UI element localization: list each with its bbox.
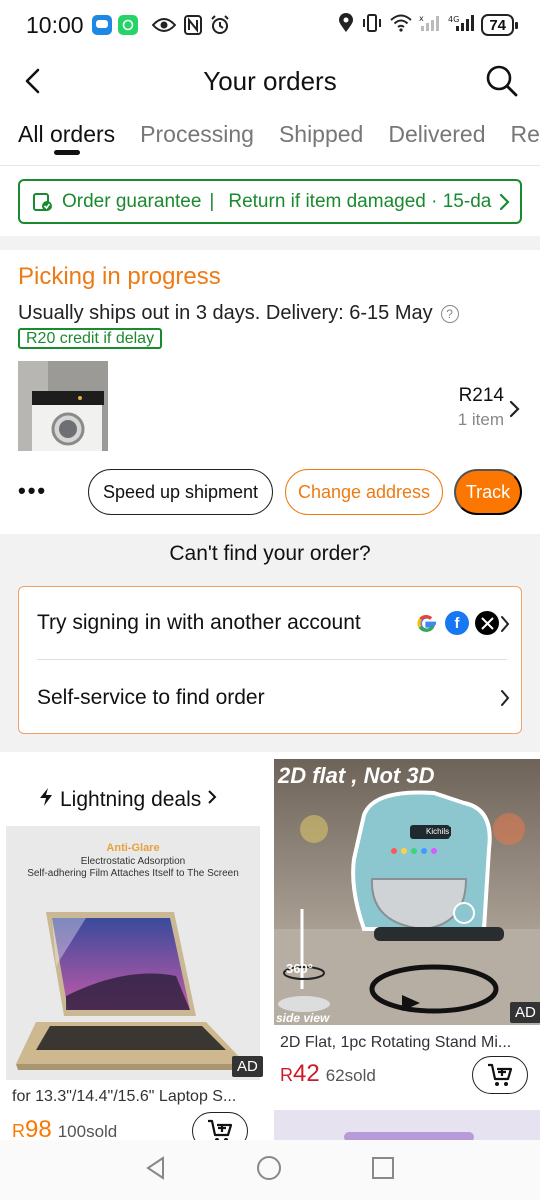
lightning-deals-label: Lightning deals xyxy=(60,788,202,811)
guarantee-separator: | xyxy=(209,190,215,212)
ad-badge: AD xyxy=(510,1002,540,1023)
tab-shipped[interactable]: Shipped xyxy=(279,112,363,148)
lightning-deals-link[interactable]: Lightning deals xyxy=(38,787,217,813)
guarantee-text: Return if item damaged · 15-da xyxy=(228,190,492,212)
add-to-cart-icon xyxy=(488,1063,513,1086)
guarantee-truck-icon xyxy=(32,191,54,213)
more-options-button[interactable]: ••• xyxy=(18,478,47,504)
chevron-right-icon xyxy=(496,190,512,220)
guarantee-label: Order guarantee xyxy=(62,190,202,212)
wifi-icon xyxy=(390,14,412,37)
tab-returns[interactable]: Ret xyxy=(511,112,540,148)
sold-count: 62sold xyxy=(325,1066,376,1085)
chevron-right-icon xyxy=(499,614,511,640)
vibrate-icon xyxy=(361,13,383,38)
section-divider xyxy=(0,236,540,250)
home-circle-icon[interactable] xyxy=(256,1155,282,1186)
svg-text:4G: 4G xyxy=(448,15,459,24)
x-icon xyxy=(475,611,499,635)
rotation-badge: 360° xyxy=(286,961,313,976)
social-sign-in-icons: f xyxy=(415,611,499,640)
help-icon[interactable]: ? xyxy=(440,304,459,323)
order-guarantee-banner[interactable]: Order guarantee | Return if item damaged… xyxy=(18,179,522,224)
shipping-info-text: Usually ships out in 3 days. Delivery: 6… xyxy=(18,302,433,324)
whatsapp-icon xyxy=(117,15,138,35)
tab-processing[interactable]: Processing xyxy=(140,112,254,148)
status-bar: 10:00 x 4G 74 xyxy=(0,0,540,50)
self-service-find-order-row[interactable]: Self-service to find order xyxy=(37,661,510,734)
price-currency: R xyxy=(280,1065,293,1085)
product-brand-label: Kichils xyxy=(424,827,452,836)
add-to-cart-button[interactable] xyxy=(472,1056,528,1094)
battery-indicator: 74 xyxy=(481,14,518,36)
product-image-headline: Anti-Glare xyxy=(106,842,160,854)
track-button[interactable]: Track xyxy=(454,469,522,515)
change-address-button[interactable]: Change address xyxy=(285,469,443,515)
next-product-image-preview[interactable] xyxy=(274,1110,540,1142)
product-name[interactable]: 2D Flat, 1pc Rotating Stand Mi... xyxy=(280,1034,530,1052)
order-item-count: 1 item xyxy=(457,410,504,429)
svg-text:x: x xyxy=(419,14,424,23)
location-icon xyxy=(338,12,354,38)
speed-up-shipment-button[interactable]: Speed up shipment xyxy=(88,469,273,515)
product-image-subline-2: Self-adhering Film Attaches Itself to Th… xyxy=(27,868,239,879)
order-status: Picking in progress xyxy=(18,263,221,290)
tab-delivered[interactable]: Delivered xyxy=(388,112,485,148)
chevron-right-icon[interactable] xyxy=(508,398,522,425)
facebook-icon: f xyxy=(445,611,469,635)
lightning-icon xyxy=(38,787,54,813)
page-title: Your orders xyxy=(203,65,337,96)
price-amount: 42 xyxy=(293,1060,320,1087)
back-arrow-icon[interactable] xyxy=(18,64,48,98)
signal-icon-1: x xyxy=(419,14,441,37)
self-service-label: Self-service to find order xyxy=(37,685,265,709)
eye-icon xyxy=(151,17,176,33)
google-icon xyxy=(415,611,439,640)
product-image-laptop-film[interactable]: Anti-Glare Electrostatic Adsorption Self… xyxy=(6,826,260,1080)
price-currency: R xyxy=(12,1121,25,1141)
product-price: R 42 62sold xyxy=(280,1060,376,1088)
delay-credit-badge: R20 credit if delay xyxy=(18,328,163,349)
signal-icon-4g: 4G xyxy=(448,14,475,37)
product-name[interactable]: for 13.3"/14.4"/15.6" Laptop S... xyxy=(12,1088,260,1106)
cant-find-title: Can't find your order? xyxy=(169,542,371,565)
search-icon[interactable] xyxy=(484,63,520,99)
alarm-icon xyxy=(210,15,230,35)
order-price: R214 xyxy=(458,385,504,406)
recents-square-icon[interactable] xyxy=(371,1156,395,1185)
sign-in-another-account-label: Try signing in with another account xyxy=(37,611,361,634)
status-time: 10:00 xyxy=(26,11,84,38)
cant-find-options: Try signing in with another account Self… xyxy=(18,586,522,734)
order-tabs: All orders Processing Shipped Delivered … xyxy=(0,112,540,166)
ad-badge: AD xyxy=(232,1056,263,1077)
tab-all-orders[interactable]: All orders xyxy=(18,112,115,155)
back-triangle-icon[interactable] xyxy=(145,1155,167,1185)
product-image-stand-mixer[interactable]: 2D flat , Not 3D Kichils 360° side view xyxy=(274,759,540,1025)
chevron-right-icon xyxy=(499,688,511,714)
order-item-thumbnail[interactable] xyxy=(18,361,108,451)
messages-app-icon xyxy=(91,15,112,35)
nfc-icon xyxy=(183,15,202,35)
product-image-caption: 2D flat , Not 3D xyxy=(278,763,435,788)
chevron-right-icon xyxy=(207,788,217,812)
side-view-label: side view xyxy=(276,1011,330,1025)
shipping-info: Usually ships out in 3 days. Delivery: 6… xyxy=(18,302,459,325)
sold-count: 100sold xyxy=(57,1122,118,1141)
product-image-subline: Electrostatic Adsorption xyxy=(80,856,186,867)
app-header: Your orders xyxy=(0,50,540,112)
system-nav-bar xyxy=(0,1140,540,1200)
